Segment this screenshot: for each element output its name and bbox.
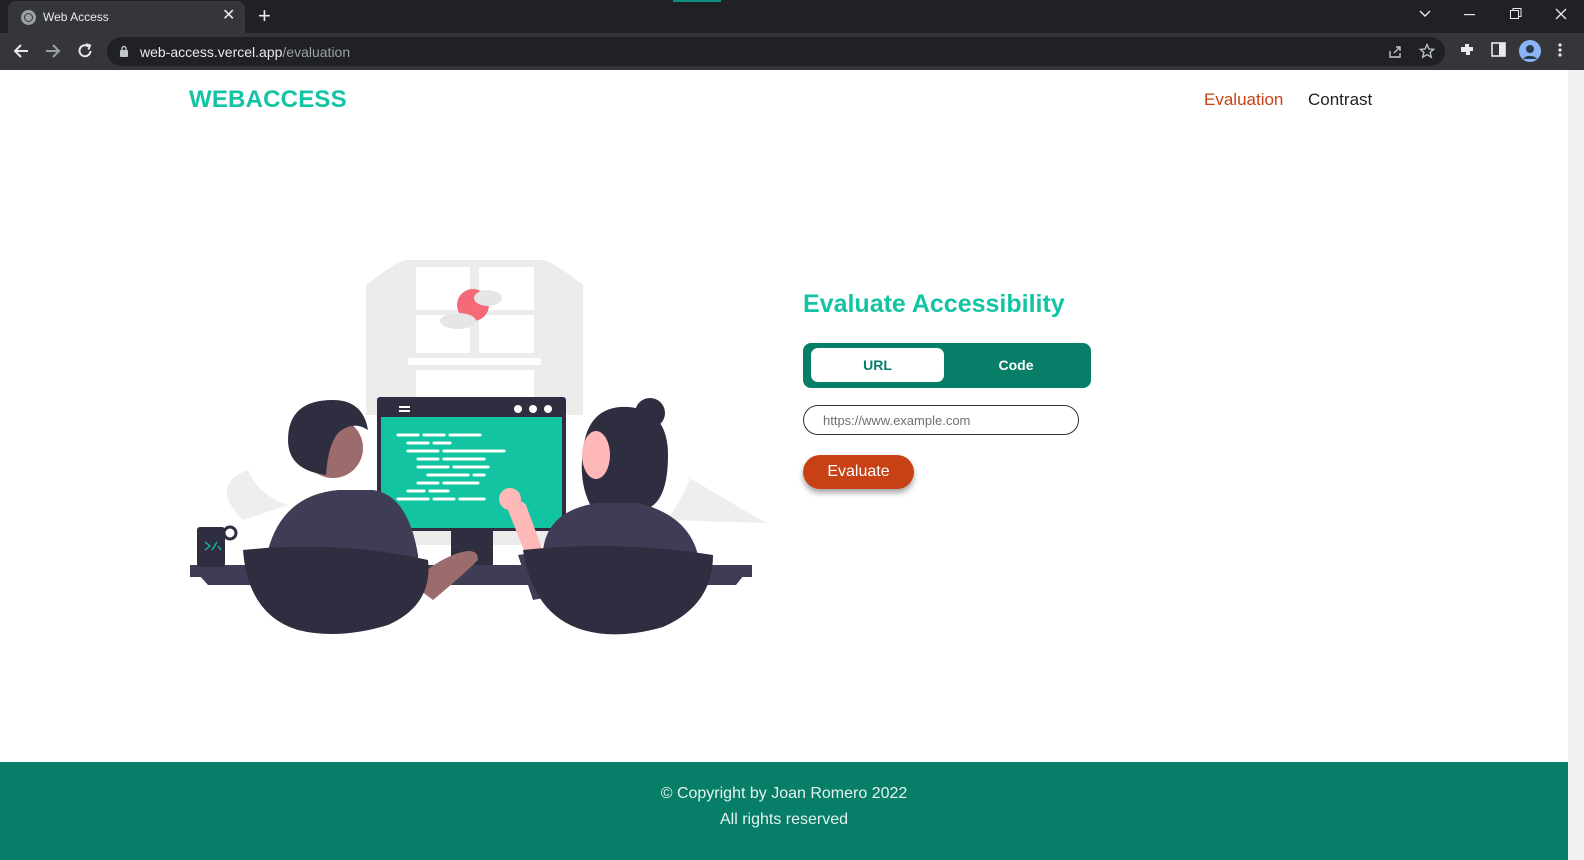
share-icon[interactable]	[1387, 44, 1403, 60]
url-path: /evaluation	[282, 44, 351, 60]
nav-evaluation-link[interactable]: Evaluation	[1204, 90, 1283, 110]
form-title: Evaluate Accessibility	[803, 290, 1065, 318]
url-input[interactable]	[803, 405, 1079, 435]
tab-title: Web Access	[43, 10, 109, 24]
nav-contrast-link[interactable]: Contrast	[1308, 90, 1372, 110]
url-host: web-access.vercel.app	[140, 44, 283, 60]
browser-tab[interactable]: Web Access ✕	[8, 1, 245, 33]
restore-icon[interactable]	[1510, 8, 1522, 20]
developers-illustration	[190, 260, 766, 635]
close-tab-icon[interactable]: ✕	[222, 8, 235, 24]
side-panel-icon[interactable]	[1491, 42, 1506, 57]
input-mode-toggle: URL Code	[803, 343, 1091, 388]
globe-icon	[21, 10, 36, 25]
url-text: web-access.vercel.app/evaluation	[140, 44, 350, 60]
plant-left	[226, 470, 288, 520]
tab-search-icon[interactable]	[1419, 10, 1431, 18]
extensions-icon[interactable]	[1459, 42, 1475, 58]
plant-right	[668, 476, 766, 523]
lock-icon	[120, 45, 128, 57]
footer-copyright: © Copyright by Joan Romero 2022	[660, 785, 908, 802]
tab-code[interactable]: Code	[953, 348, 1079, 382]
site-logo[interactable]: WEBACCESS	[189, 86, 347, 114]
coffee-mug	[197, 525, 238, 567]
browser-toolbar: web-access.vercel.app/evaluation	[0, 33, 1584, 70]
new-tab-icon[interactable]: +	[258, 5, 271, 27]
evaluate-button[interactable]: Evaluate	[803, 455, 914, 489]
forward-icon[interactable]	[44, 42, 62, 60]
site-header: WEBACCESS Evaluation Contrast	[0, 70, 1568, 130]
scrollbar[interactable]	[1568, 70, 1584, 860]
browser-menu-icon[interactable]	[1558, 42, 1562, 58]
profile-avatar-icon[interactable]	[1519, 40, 1541, 62]
reload-icon[interactable]	[76, 42, 94, 60]
tab-indicator	[673, 0, 721, 2]
bookmark-star-icon[interactable]	[1419, 43, 1435, 59]
address-bar[interactable]: web-access.vercel.app/evaluation	[107, 37, 1445, 66]
footer-rights: All rights reserved	[719, 811, 849, 828]
minimize-icon[interactable]	[1464, 14, 1475, 16]
tab-url[interactable]: URL	[811, 348, 944, 382]
back-icon[interactable]	[12, 42, 30, 60]
browser-tab-bar: Web Access ✕ +	[0, 0, 1584, 33]
footer: © Copyright by Joan Romero 2022 All righ…	[0, 762, 1568, 860]
close-window-icon[interactable]	[1555, 8, 1567, 20]
